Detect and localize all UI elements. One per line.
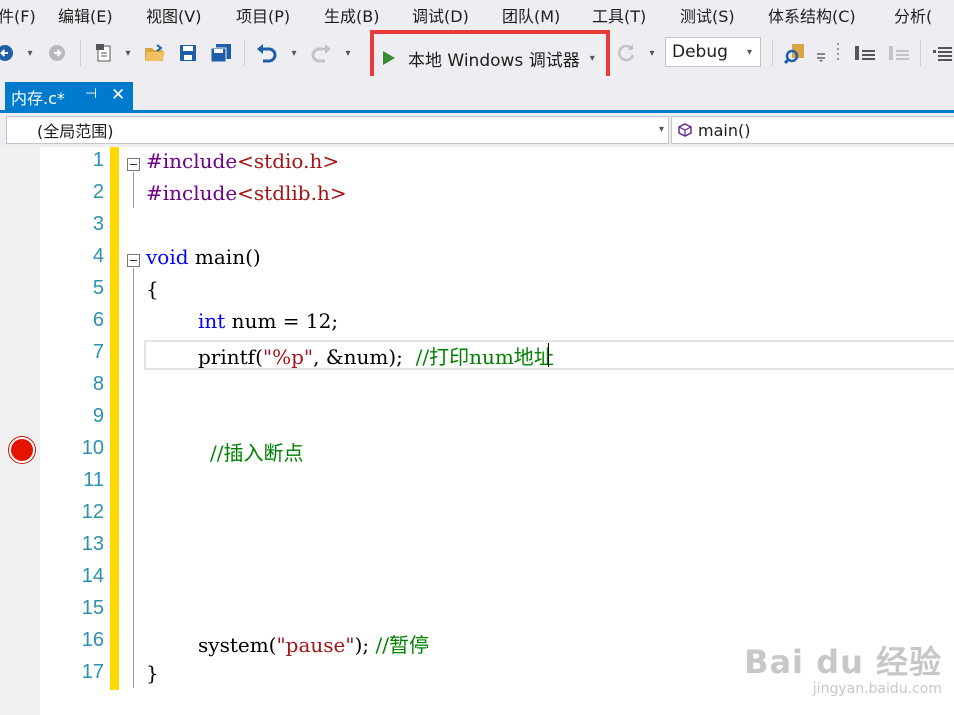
- code-line-5[interactable]: {: [146, 277, 159, 301]
- navigation-bar: (全局范围) ▾ main(): [0, 113, 954, 147]
- line-number: 11: [83, 469, 104, 491]
- uncomment-icon[interactable]: [886, 30, 912, 76]
- line-number: 2: [92, 181, 104, 203]
- menu-test[interactable]: 测试(S): [680, 3, 768, 27]
- save-icon[interactable]: [176, 30, 200, 76]
- line-number: 12: [81, 501, 104, 523]
- tab-memory-c[interactable]: 内存.c* ⊣ ✕: [5, 82, 133, 112]
- new-project-icon[interactable]: [92, 30, 116, 76]
- breakpoint-icon[interactable]: [9, 437, 35, 463]
- code-line-7[interactable]: printf("%p", &num); //打印num地址: [198, 341, 554, 370]
- menu-analyze[interactable]: 分析(: [894, 3, 932, 27]
- line-number: 15: [81, 597, 104, 619]
- line-number: 6: [92, 309, 104, 331]
- comment-out-icon[interactable]: [852, 30, 878, 76]
- scope-value: (全局范围): [37, 122, 114, 141]
- find-in-files-icon[interactable]: [782, 30, 810, 76]
- code-line-6[interactable]: int num = 12;: [198, 309, 338, 333]
- redo-dropdown-icon[interactable]: ▾: [342, 30, 354, 76]
- line-number: 9: [92, 405, 104, 427]
- pin-icon[interactable]: ⊣: [85, 86, 97, 102]
- chevron-down-icon: ▾: [658, 124, 664, 135]
- tab-title: 内存.c*: [11, 89, 65, 108]
- line-number: 7: [92, 341, 104, 363]
- fold-guide: [133, 268, 134, 688]
- code-line-1[interactable]: #include<stdio.h>: [146, 149, 339, 173]
- menu-team[interactable]: 团队(M): [502, 3, 592, 27]
- line-number: 8: [92, 373, 104, 395]
- new-dropdown-icon[interactable]: ▾: [122, 30, 134, 76]
- line-number: 5: [92, 277, 104, 299]
- refresh-dropdown-icon[interactable]: ▾: [646, 30, 658, 76]
- toolbar-separator: [772, 40, 773, 66]
- method-cube-icon: [678, 123, 692, 137]
- line-number: 4: [92, 245, 104, 267]
- indent-icon[interactable]: [930, 30, 954, 76]
- debugger-label: 本地 Windows 调试器: [408, 50, 580, 71]
- code-editor[interactable]: 1 2 3 4 5 6 7 8 9 10 11 12 13 14 15 16 17 #include<stdio…: [0, 147, 954, 715]
- menu-tools[interactable]: 工具(T): [592, 3, 680, 27]
- member-dropdown[interactable]: main(): [671, 116, 954, 144]
- toolbar-grip-icon[interactable]: [834, 30, 844, 76]
- redo-icon[interactable]: [308, 30, 334, 76]
- change-tracking-bar: [110, 147, 119, 690]
- navigate-back-icon[interactable]: [0, 30, 16, 76]
- menu-architecture[interactable]: 体系结构(C): [768, 3, 894, 27]
- solution-config-select[interactable]: Debug ▾: [665, 37, 761, 67]
- line-number: 13: [81, 533, 104, 555]
- line-number: 10: [81, 437, 104, 459]
- code-line-17[interactable]: }: [146, 661, 159, 685]
- menu-edit[interactable]: 编辑(E): [58, 3, 146, 27]
- document-tab-strip: 内存.c* ⊣ ✕: [0, 76, 954, 112]
- menu-project[interactable]: 项目(P): [236, 3, 324, 27]
- toolbar-overflow-icon[interactable]: [814, 30, 828, 76]
- save-all-icon[interactable]: [208, 30, 234, 76]
- undo-dropdown-icon[interactable]: ▾: [288, 30, 300, 76]
- toolbar-separator: [920, 40, 921, 66]
- menu-view[interactable]: 视图(V): [146, 3, 236, 27]
- menu-debug[interactable]: 调试(D): [412, 3, 502, 27]
- code-line-16[interactable]: system("pause"); //暂停: [198, 629, 429, 658]
- menu-bar: 件(F) 编辑(E) 视图(V) 项目(P) 生成(B) 调试(D) 团队(M)…: [0, 0, 954, 30]
- close-icon[interactable]: ✕: [111, 85, 125, 105]
- back-dropdown-icon[interactable]: ▾: [24, 30, 36, 76]
- line-number: 16: [81, 629, 104, 651]
- line-number: 3: [92, 213, 104, 235]
- code-line-10[interactable]: //插入断点: [210, 437, 303, 466]
- toolbar-separator: [80, 40, 81, 66]
- open-file-icon[interactable]: [142, 30, 168, 76]
- menu-file[interactable]: 件(F): [0, 3, 58, 27]
- indicator-margin[interactable]: [0, 147, 40, 715]
- watermark-logo: Bai du 经验 jingyan.baidu.com: [744, 643, 942, 697]
- menu-build[interactable]: 生成(B): [324, 3, 412, 27]
- line-number: 14: [81, 565, 104, 587]
- play-icon: [382, 50, 396, 66]
- undo-icon[interactable]: [254, 30, 280, 76]
- collapse-main-icon[interactable]: [127, 254, 140, 267]
- collapse-include-icon[interactable]: [127, 158, 140, 171]
- toolbar-separator: [244, 40, 245, 66]
- fold-guide: [133, 172, 134, 208]
- code-line-4[interactable]: void main(): [146, 245, 261, 269]
- toolbar: ▾ ▾ ▾ ▾ 本地 Windows 调试器 ▾ ▾ Debug ▾: [0, 30, 954, 86]
- solution-config-value: Debug: [672, 42, 728, 62]
- debugger-dropdown-icon[interactable]: ▾: [590, 53, 595, 64]
- line-number: 17: [81, 661, 104, 683]
- refresh-icon[interactable]: [616, 30, 638, 76]
- text-caret: [548, 343, 549, 367]
- chevron-down-icon: ▾: [746, 47, 752, 58]
- scope-dropdown[interactable]: (全局范围) ▾: [6, 116, 669, 144]
- code-line-2[interactable]: #include<stdlib.h>: [146, 181, 347, 205]
- line-number: 1: [92, 149, 104, 171]
- navigate-forward-icon[interactable]: [46, 30, 68, 76]
- member-value: main(): [698, 120, 751, 140]
